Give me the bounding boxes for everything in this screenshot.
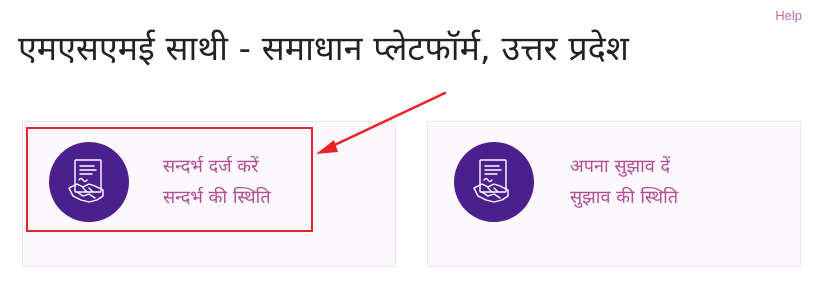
page-title: एमएसएमई साथी - समाधान प्लेटफॉर्म, उत्तर …: [18, 29, 629, 69]
give-suggestion-link[interactable]: अपना सुझाव दें: [570, 155, 670, 179]
suggestion-card: अपना सुझाव दें सुझाव की स्थिति: [427, 121, 801, 267]
help-link[interactable]: Help: [775, 8, 802, 23]
complaint-card: सन्दर्भ दर्ज करें सन्दर्भ की स्थिति: [22, 121, 396, 267]
complaint-status-link[interactable]: सन्दर्भ की स्थिति: [163, 186, 271, 210]
handshake-document-icon: [49, 142, 129, 222]
suggestion-status-link[interactable]: सुझाव की स्थिति: [570, 186, 678, 210]
handshake-document-icon: [454, 142, 534, 222]
register-complaint-link[interactable]: सन्दर्भ दर्ज करें: [163, 155, 259, 179]
